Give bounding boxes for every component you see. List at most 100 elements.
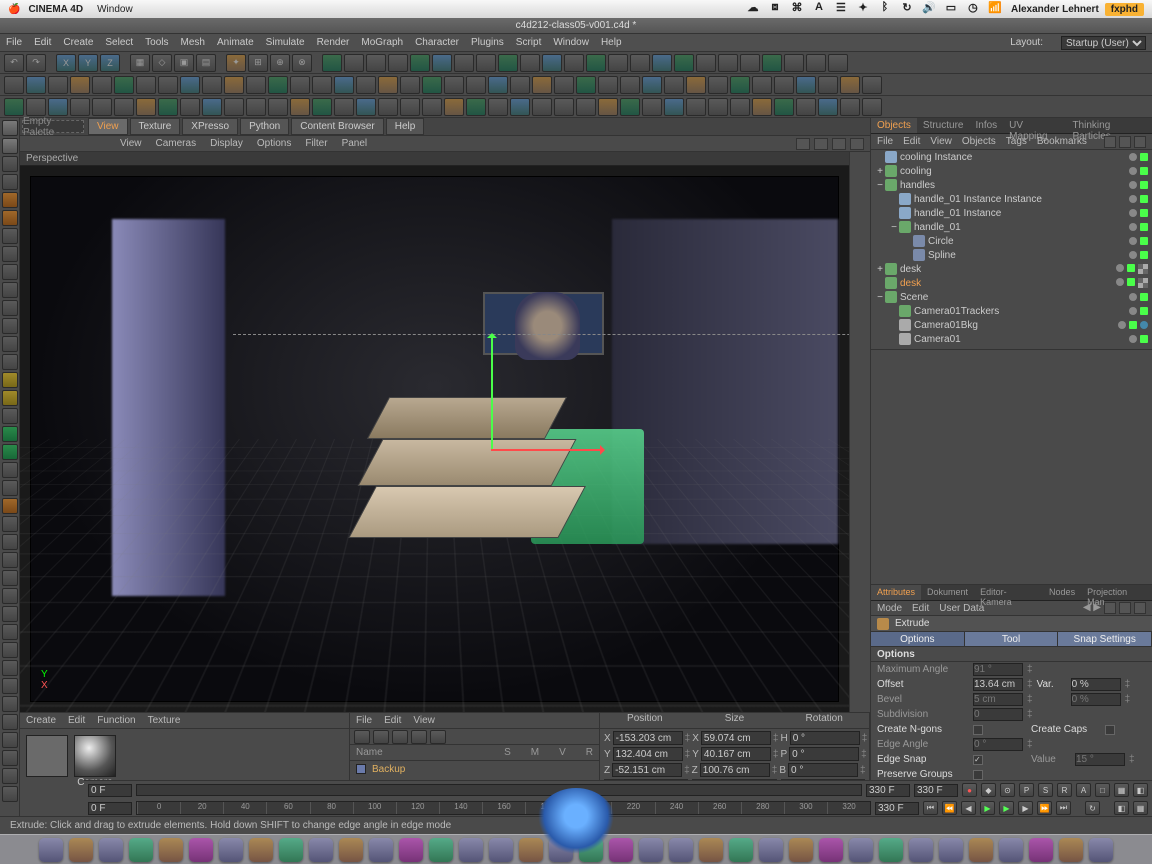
enable-check-icon[interactable] [1129,321,1137,329]
mode-tool-icon[interactable] [2,606,18,622]
tool-icon[interactable] [730,76,750,94]
mat-menu-edit[interactable]: Edit [68,715,85,726]
menu-render[interactable]: Render [317,37,350,48]
texture-tag-icon[interactable] [1138,278,1148,288]
am-tab-dokument[interactable]: Dokument [921,585,974,600]
key-icon[interactable]: ⊙ [1000,783,1015,797]
om-menu-bookmarks[interactable]: Bookmarks [1037,136,1087,147]
tree-row[interactable]: handle_01 Instance [871,206,1152,220]
vis-dot-icon[interactable] [1129,335,1137,343]
display-icon[interactable]: ▭ [943,1,959,17]
tree-row[interactable]: Circle [871,234,1152,248]
layer-tool-icon[interactable] [354,730,370,744]
timeline-startmark[interactable] [88,802,132,815]
timeline-end[interactable] [914,784,958,797]
cube-icon[interactable]: ▦ [130,54,150,72]
tool-icon[interactable] [620,98,640,116]
mode-tool-icon[interactable] [2,462,18,478]
tool-icon[interactable] [158,98,178,116]
fld-maxangle[interactable] [973,663,1023,676]
key-param-icon[interactable]: A [1076,783,1091,797]
mode-tool-icon[interactable] [2,768,18,784]
expand-icon[interactable]: + [875,166,885,177]
vis-dot-icon[interactable] [1116,264,1124,272]
goto-start-icon[interactable]: ⏮ [923,801,938,815]
tool-icon[interactable] [400,76,420,94]
size-field[interactable] [701,747,771,761]
tool-icon[interactable] [586,54,606,72]
tool-icon[interactable] [608,54,628,72]
menu-edit[interactable]: Edit [34,37,51,48]
tool-icon[interactable] [268,98,288,116]
am-tab-projection[interactable]: Projection Man [1081,585,1152,600]
vis-dot-icon[interactable] [1129,195,1137,203]
dropbox-icon[interactable]: ⧈ [767,1,783,17]
dock-app-icon[interactable] [1089,838,1113,862]
tool-icon[interactable] [180,76,200,94]
tool-icon[interactable] [620,76,640,94]
tree-row[interactable]: Camera01Bkg [871,318,1152,332]
tool-icon[interactable] [136,98,156,116]
mode-tool-icon[interactable] [2,264,18,280]
mode-tool-icon[interactable] [2,552,18,568]
tool-icon[interactable] [718,54,738,72]
menu-animate[interactable]: Animate [217,37,254,48]
tool-icon[interactable] [576,98,596,116]
subtab-options[interactable]: Options [871,632,965,646]
dock-app-icon[interactable] [159,838,183,862]
dock-app-icon[interactable] [519,838,543,862]
tree-row[interactable]: Spline [871,248,1152,262]
dock-app-icon[interactable] [249,838,273,862]
layer-tool-icon[interactable] [392,730,408,744]
tool-icon[interactable] [70,98,90,116]
tool-icon[interactable] [48,98,68,116]
tool-icon[interactable] [664,98,684,116]
prev-frame-icon[interactable]: ◀ [961,801,976,815]
tool-icon[interactable] [70,76,90,94]
prev-key-icon[interactable]: ⏪ [942,801,957,815]
tool-icon[interactable] [664,76,684,94]
mode-tool-icon[interactable] [2,138,18,154]
search-icon[interactable] [1104,602,1116,614]
tool-icon[interactable] [466,76,486,94]
vpm-display[interactable]: Display [210,138,243,149]
dock-app-icon[interactable] [69,838,93,862]
tool-icon[interactable] [290,98,310,116]
enable-check-icon[interactable] [1140,307,1148,315]
axis-x-icon[interactable]: X [56,54,76,72]
fld-offset[interactable] [973,678,1023,691]
layer-menu-view[interactable]: View [413,715,435,726]
tree-row[interactable]: cooling Instance [871,150,1152,164]
tool-icon[interactable] [740,54,760,72]
tag-icon[interactable] [1140,321,1148,329]
layer-tool-icon[interactable] [373,730,389,744]
am-tab-attributes[interactable]: Attributes [871,585,921,600]
enable-check-icon[interactable] [1127,278,1135,286]
dock-app-icon[interactable] [579,838,603,862]
tool-icon[interactable] [818,76,838,94]
vp-tab-xpresso[interactable]: XPresso [182,118,238,135]
vp-tab-python[interactable]: Python [240,118,289,135]
am-tab-nodes[interactable]: Nodes [1043,585,1081,600]
fld-bevel[interactable] [973,693,1023,706]
gizmo-y-axis[interactable] [491,334,493,449]
tool-icon[interactable]: ⊗ [292,54,312,72]
tool-icon[interactable] [796,76,816,94]
layer-menu-file[interactable]: File [356,715,372,726]
tool-icon[interactable] [356,98,376,116]
clock-icon[interactable]: ◷ [965,1,981,17]
mode-tool-icon[interactable] [2,246,18,262]
dock-app-icon[interactable] [909,838,933,862]
gizmo-x-axis[interactable] [491,449,604,451]
loop-icon[interactable]: ↻ [1085,801,1100,815]
tool-icon[interactable] [158,76,178,94]
tool-icon[interactable] [532,76,552,94]
tool-icon[interactable] [796,98,816,116]
tool-icon[interactable] [26,98,46,116]
tool-icon[interactable] [422,76,442,94]
mode-tool-icon[interactable] [2,642,18,658]
tool-icon[interactable] [378,76,398,94]
tool-icon[interactable] [454,54,474,72]
tl-icon[interactable]: ◧ [1114,801,1129,815]
axis-y-icon[interactable]: Y [78,54,98,72]
